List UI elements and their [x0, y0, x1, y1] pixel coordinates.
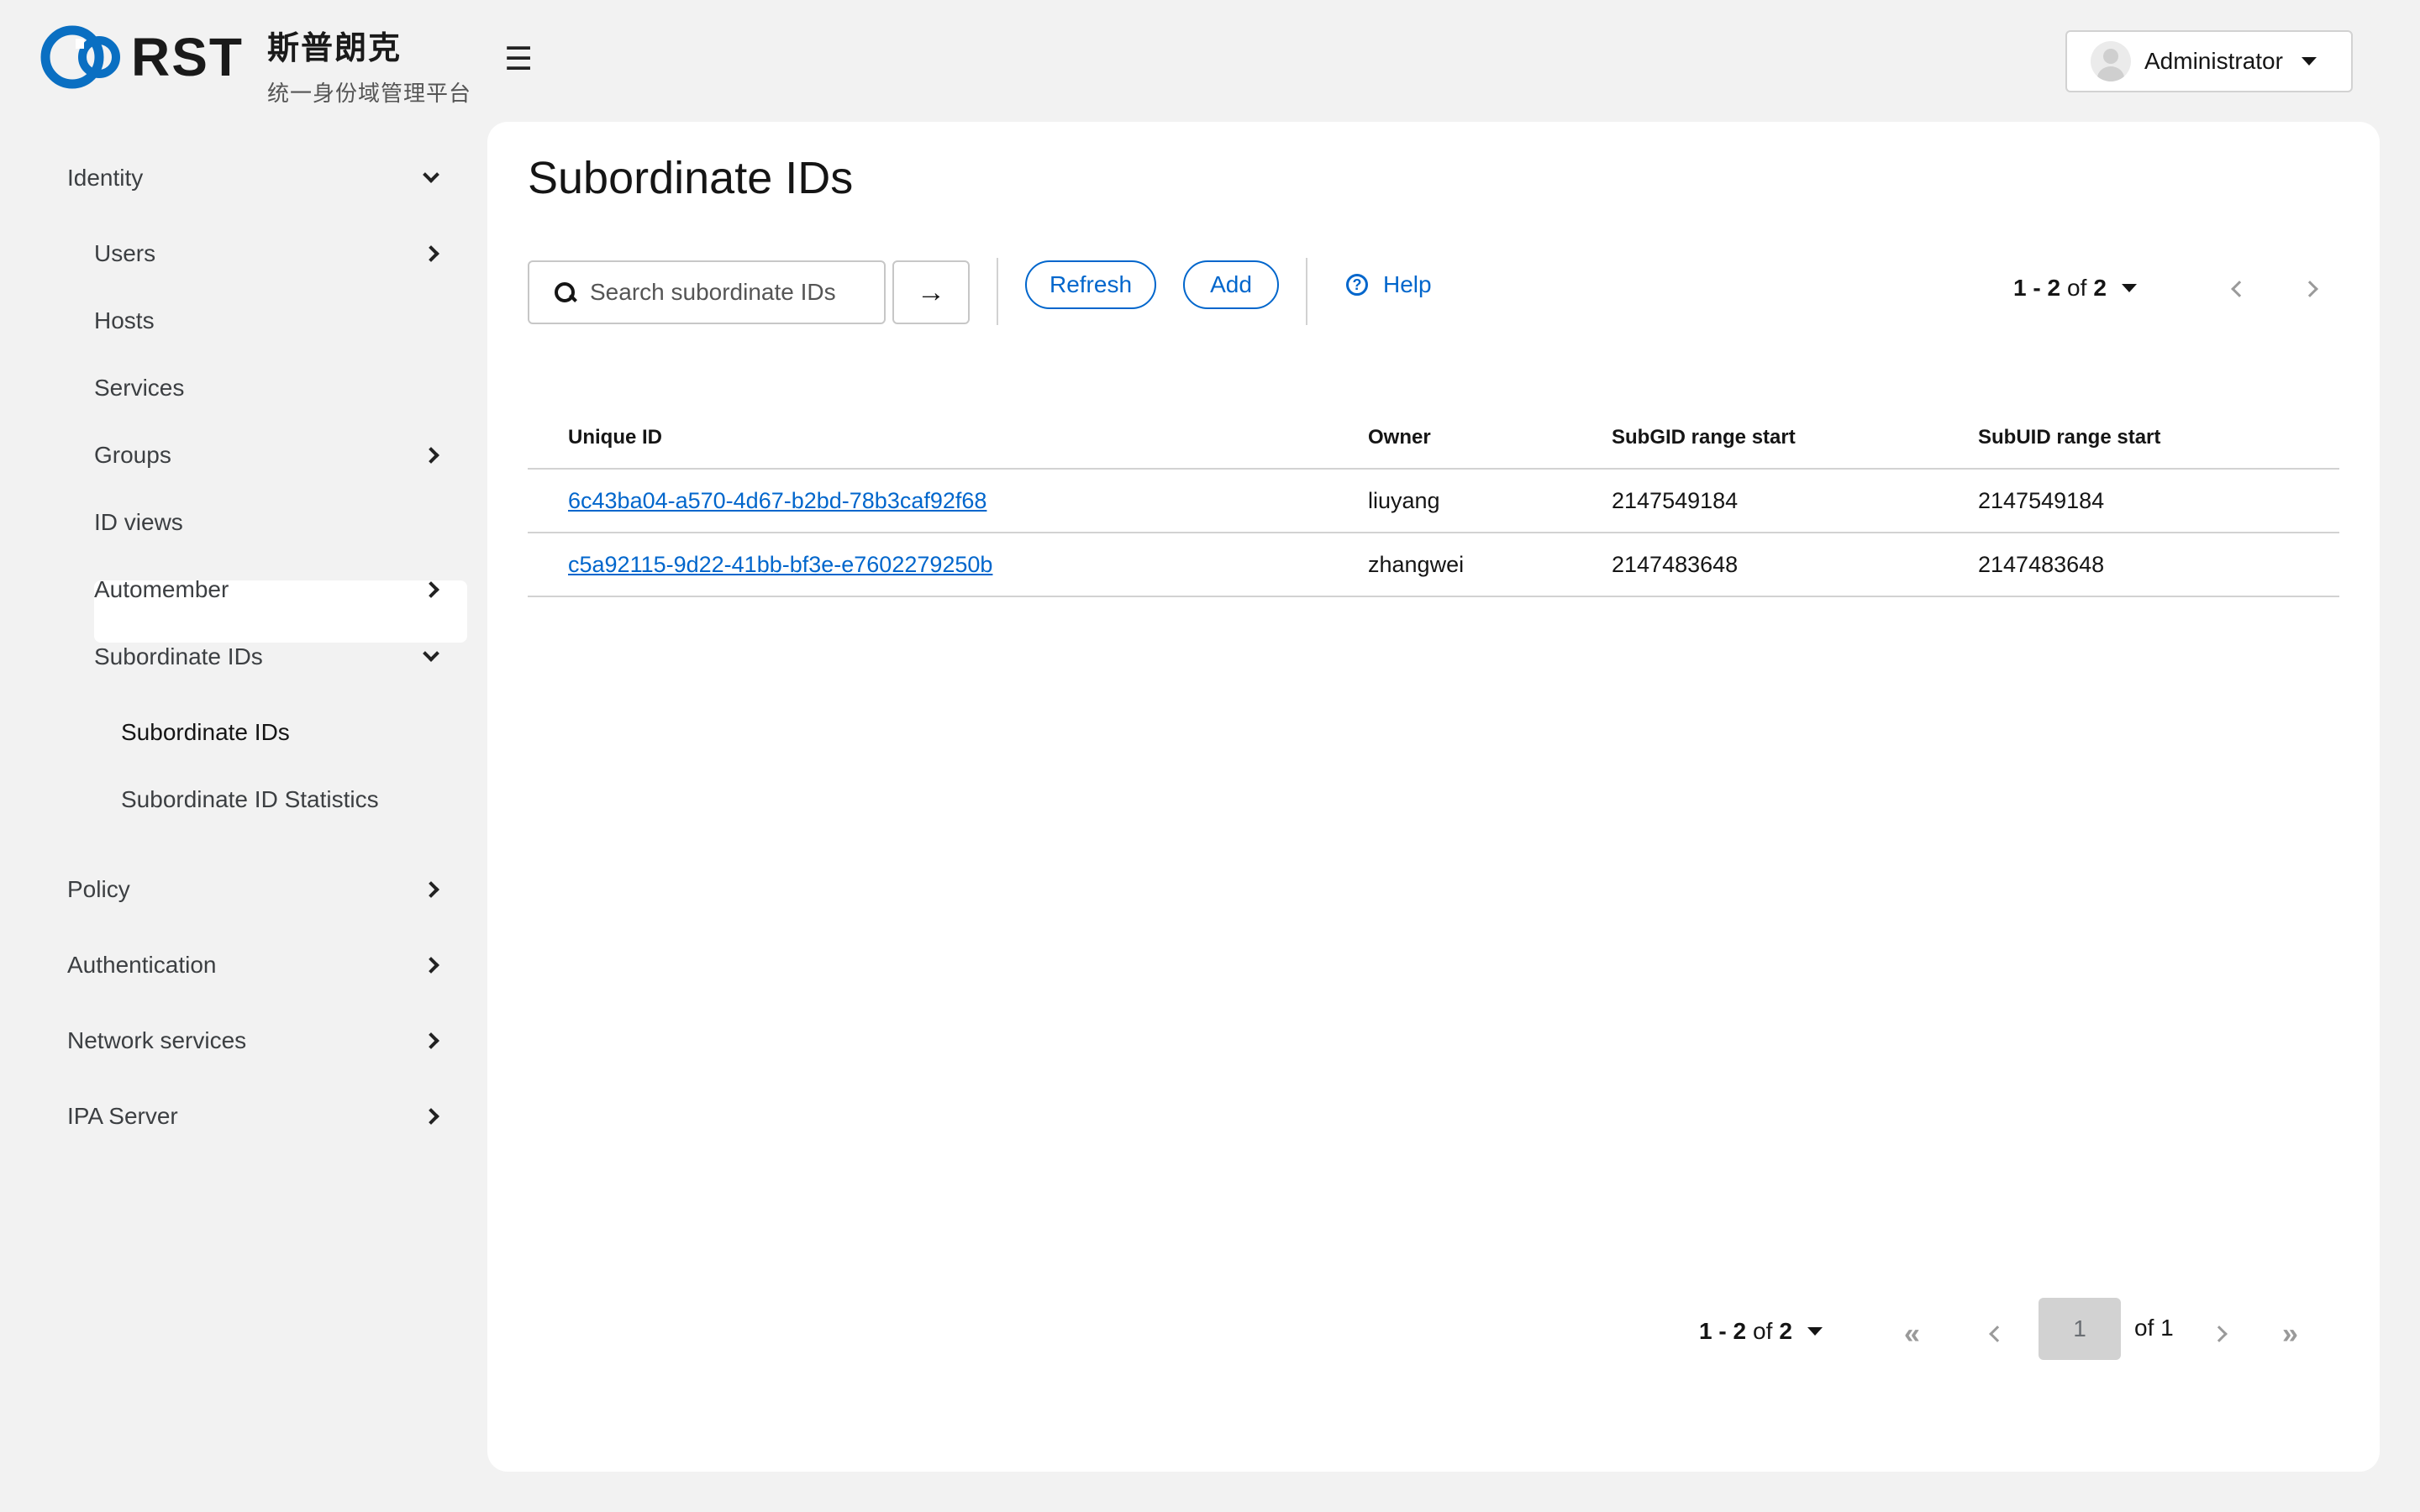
toolbar-divider: [997, 258, 998, 325]
page-title: Subordinate IDs: [528, 153, 854, 203]
sidebar-item-network-services[interactable]: Network services: [67, 1027, 439, 1054]
caret-down-icon: [1807, 1327, 1823, 1336]
subgid-cell: 2147483648: [1612, 551, 1739, 577]
table-header-row: Unique ID Owner SubGID range start SubUI…: [528, 407, 2339, 470]
caret-down-icon: [2301, 57, 2317, 66]
sidebar-item-ipa-server[interactable]: IPA Server: [67, 1103, 439, 1130]
column-header-unique-id[interactable]: Unique ID: [568, 407, 662, 468]
sidebar-item-label: Hosts: [94, 307, 155, 333]
chevron-right-icon: [423, 447, 439, 464]
refresh-button[interactable]: Refresh: [1025, 260, 1156, 309]
sidebar-item-label: Users: [94, 240, 156, 266]
sidebar-item-label: Identity: [67, 165, 144, 191]
chevron-down-icon: [423, 166, 439, 183]
sidebar-item-hosts[interactable]: Hosts: [94, 307, 437, 334]
sidebar-item-id-views[interactable]: ID views: [94, 509, 437, 536]
sidebar-item-label: Subordinate ID Statistics: [121, 786, 379, 812]
sidebar-subitem-statistics[interactable]: Subordinate ID Statistics: [121, 786, 440, 813]
chevron-right-icon[interactable]: [2302, 281, 2318, 297]
sidebar-subitem-subordinate-ids[interactable]: Subordinate IDs: [121, 719, 440, 746]
hamburger-icon[interactable]: ☰: [504, 40, 533, 78]
subordinate-ids-table: Unique ID Owner SubGID range start SubUI…: [528, 407, 2339, 597]
sidebar-item-label: Policy: [67, 876, 130, 902]
brand-subtitle: 统一身份域管理平台: [267, 81, 472, 106]
column-header-owner[interactable]: Owner: [1368, 407, 1431, 468]
pager-of: of: [2067, 275, 2087, 301]
chevron-right-icon: [423, 245, 439, 262]
chevron-down-icon: [423, 645, 439, 662]
pager-range: 1 - 2: [1699, 1318, 1747, 1344]
sidebar-item-label: Network services: [67, 1027, 247, 1053]
sidebar-item-label: IPA Server: [67, 1103, 178, 1129]
pager-range: 1 - 2: [2013, 275, 2061, 301]
help-link[interactable]: ? Help: [1346, 271, 1432, 298]
sidebar-item-users[interactable]: Users: [94, 240, 439, 267]
sidebar-item-label: Services: [94, 375, 185, 401]
sidebar-item-automember[interactable]: Automember: [94, 576, 439, 603]
pager-total: 2: [2093, 275, 2107, 301]
column-header-subuid[interactable]: SubUID range start: [1978, 407, 2160, 468]
pager-total: 2: [1779, 1318, 1792, 1344]
sidebar-item-identity[interactable]: Identity: [67, 165, 439, 192]
search-icon: [555, 282, 575, 302]
chevron-right-icon: [423, 881, 439, 898]
subuid-cell: 2147549184: [1978, 487, 2105, 513]
unique-id-link[interactable]: c5a92115-9d22-41bb-bf3e-e7602279250b: [568, 533, 992, 596]
brand-title: 斯普朗克: [267, 31, 402, 66]
table-row: 6c43ba04-a570-4d67-b2bd-78b3caf92f68 liu…: [528, 470, 2339, 533]
logo-icon: [40, 25, 120, 89]
chevron-right-icon: [423, 1108, 439, 1125]
help-icon: ?: [1346, 274, 1368, 296]
chevron-right-icon: [423, 957, 439, 974]
sidebar-item-groups[interactable]: Groups: [94, 442, 439, 469]
next-page-icon[interactable]: [2211, 1326, 2228, 1342]
sidebar-item-services[interactable]: Services: [94, 375, 437, 402]
add-button[interactable]: Add: [1183, 260, 1279, 309]
chevron-right-icon: [423, 1032, 439, 1049]
pager-of: of: [1753, 1318, 1773, 1344]
sidebar-item-label: ID views: [94, 509, 183, 535]
search-placeholder: Search subordinate IDs: [590, 279, 836, 305]
table-row: c5a92115-9d22-41bb-bf3e-e7602279250b zha…: [528, 533, 2339, 597]
toolbar-divider: [1306, 258, 1307, 325]
caret-down-icon: [2121, 284, 2137, 292]
sidebar-item-label: Subordinate IDs: [94, 643, 263, 669]
sidebar-item-authentication[interactable]: Authentication: [67, 952, 439, 979]
current-page-input[interactable]: 1: [2039, 1298, 2121, 1360]
chevron-left-icon[interactable]: [2231, 281, 2248, 297]
arrow-right-icon: →: [917, 276, 945, 308]
sidebar-item-subordinate-ids[interactable]: Subordinate IDs: [94, 643, 439, 670]
unique-id-link[interactable]: 6c43ba04-a570-4d67-b2bd-78b3caf92f68: [568, 470, 986, 532]
subgid-cell: 2147549184: [1612, 487, 1739, 513]
logo-text: RST: [131, 27, 244, 87]
help-label: Help: [1383, 271, 1432, 297]
chevron-right-icon: [423, 581, 439, 598]
sidebar-item-label: Subordinate IDs: [121, 719, 290, 745]
first-page-icon[interactable]: «: [1904, 1318, 1920, 1351]
logo: RST: [39, 22, 244, 92]
owner-cell: liuyang: [1368, 487, 1440, 513]
sidebar-item-label: Authentication: [67, 952, 217, 978]
bottom-pagination-toggle[interactable]: 1 - 2 of 2: [1699, 1318, 1823, 1345]
avatar: [2091, 41, 2131, 81]
pagination-toggle[interactable]: 1 - 2 of 2: [2013, 275, 2137, 302]
page-count: of 1: [2134, 1315, 2174, 1341]
search-submit-button[interactable]: →: [892, 260, 970, 324]
previous-page-icon[interactable]: [1989, 1326, 2006, 1342]
search-input[interactable]: Search subordinate IDs: [528, 260, 886, 324]
column-header-subgid[interactable]: SubGID range start: [1612, 407, 1796, 468]
main-panel: Subordinate IDs Search subordinate IDs →…: [487, 122, 2380, 1472]
sidebar-item-label: Automember: [94, 576, 229, 602]
owner-cell: zhangwei: [1368, 551, 1465, 577]
user-name: Administrator: [2144, 48, 2283, 74]
sidebar-item-label: Groups: [94, 442, 171, 468]
masthead: RST 斯普朗克 统一身份域管理平台 ☰ Administrator: [0, 0, 2420, 122]
subuid-cell: 2147483648: [1978, 551, 2105, 577]
last-page-icon[interactable]: »: [2282, 1318, 2298, 1351]
brand: 斯普朗克 统一身份域管理平台: [267, 22, 471, 108]
sidebar-item-policy[interactable]: Policy: [67, 876, 439, 903]
user-menu-button[interactable]: Administrator: [2065, 30, 2353, 92]
